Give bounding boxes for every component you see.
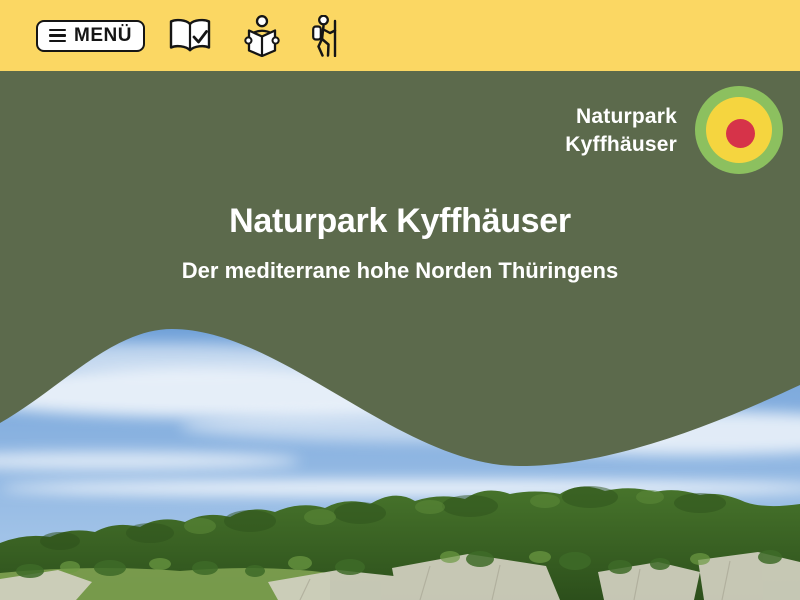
page-subtitle: Der mediterrane hohe Norden Thüringens (0, 257, 800, 285)
open-book-check-button[interactable] (167, 17, 213, 55)
logo-yellow-ring (706, 97, 772, 163)
logo-red-dot (726, 119, 755, 148)
map-reader-button[interactable] (244, 15, 280, 57)
menu-button-label: MENÜ (74, 26, 132, 45)
brand-logo-circles[interactable] (695, 86, 783, 174)
hiker-icon (310, 15, 340, 57)
landscape-photo (0, 321, 800, 600)
brand-line-2: Kyffhäuser (565, 131, 677, 159)
hamburger-icon (49, 29, 66, 42)
hiker-button[interactable] (310, 15, 340, 57)
open-book-check-icon (167, 17, 213, 55)
top-navigation-bar: MENÜ (0, 0, 800, 71)
menu-button[interactable]: MENÜ (36, 20, 145, 52)
page: MENÜ (0, 0, 800, 600)
brand-line-1: Naturpark (565, 103, 677, 131)
brand-wordmark[interactable]: Naturpark Kyffhäuser (565, 103, 677, 159)
hero-section: Naturpark Kyffhäuser Naturpark Kyffhäuse… (0, 71, 800, 600)
page-title: Naturpark Kyffhäuser (0, 202, 800, 240)
map-reader-icon (244, 15, 280, 57)
